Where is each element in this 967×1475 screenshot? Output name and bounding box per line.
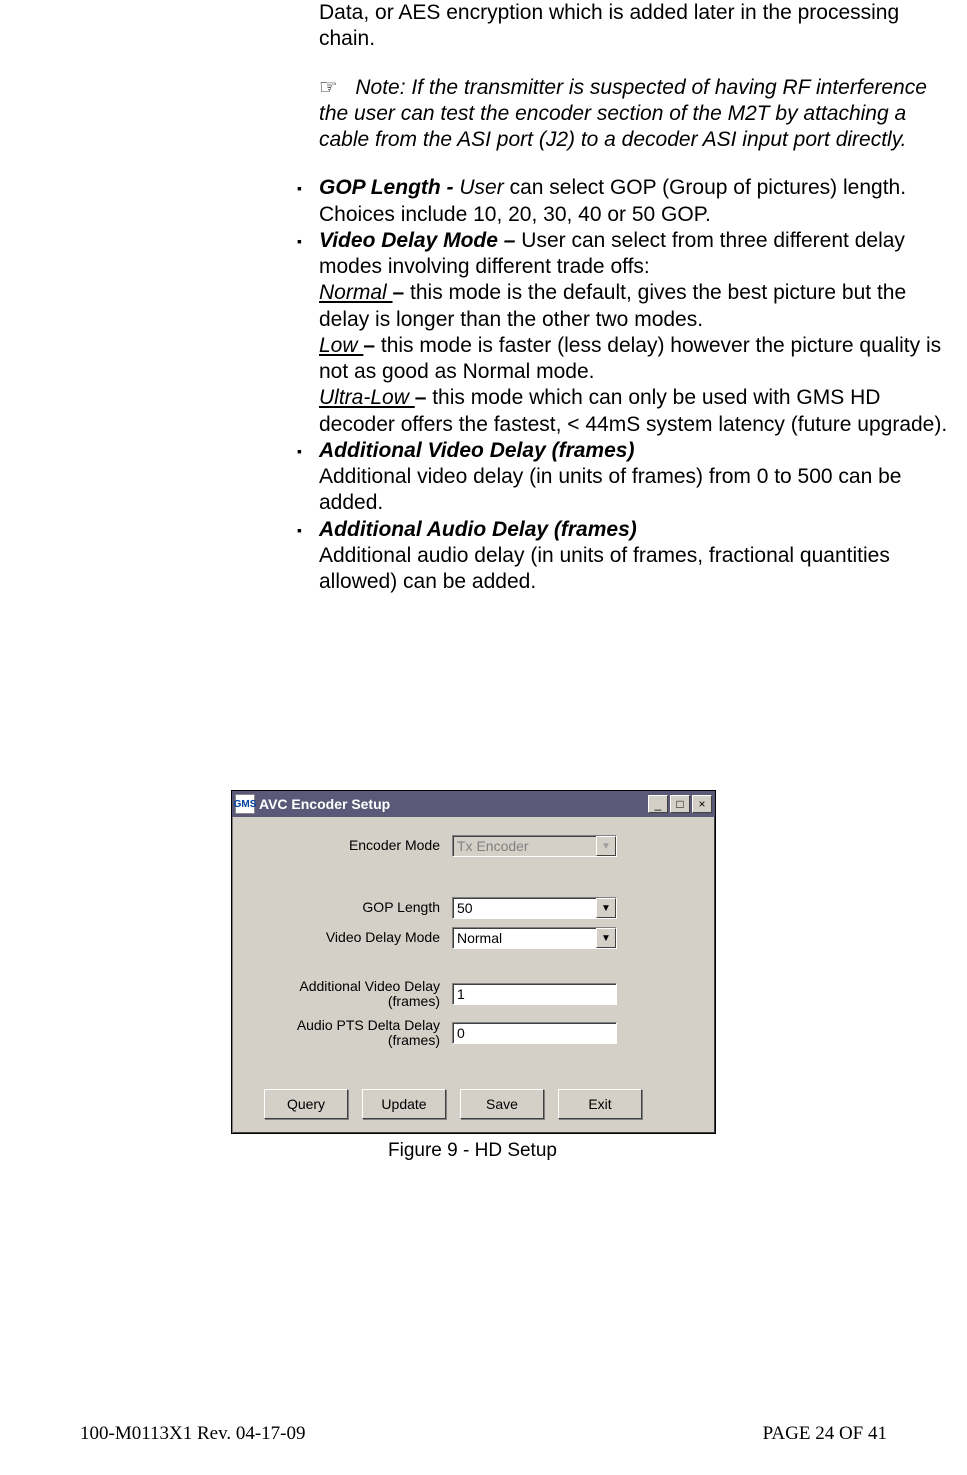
aad-text: Additional audio delay (in units of fram… [319,544,890,593]
note-icon: ☞ [319,76,338,99]
avd-text: Additional video delay (in units of fram… [319,465,901,514]
gop-lead: User [459,176,503,199]
note-label: Note [355,76,399,99]
bullet-marker: ▪ [297,228,319,438]
app-icon: GMS [235,794,255,814]
avd-title: Additional Video Delay (frames) [319,439,634,462]
bullet-vdm: ▪ Video Delay Mode – User can select fro… [297,228,957,438]
window-title: AVC Encoder Setup [259,796,646,812]
label-gop-length: GOP Length [250,900,452,915]
label-add-video-delay: Additional Video Delay (frames) [250,979,452,1010]
note-text: : If the transmitter is suspected of hav… [319,76,927,152]
lead-paragraph: Data, or AES encryption which is added l… [319,0,957,53]
vdm-low-text: this mode is faster (less delay) however… [319,334,941,383]
exit-button[interactable]: Exit [558,1089,642,1119]
title-bar[interactable]: GMS AVC Encoder Setup _ □ × [232,791,715,817]
chevron-down-icon: ▼ [596,928,616,948]
row-video-delay: Video Delay Mode Normal ▼ [250,927,697,949]
figure-9: GMS AVC Encoder Setup _ □ × Encoder Mode… [231,790,714,1162]
bullet-gop: ▪ GOP Length - User can select GOP (Grou… [297,175,957,228]
vdm-normal-label: Normal [319,281,393,304]
label-encoder-mode: Encoder Mode [250,838,452,853]
figure-caption: Figure 9 - HD Setup [231,1140,714,1162]
input-add-video-delay-value: 1 [457,986,465,1002]
vdm-normal-dash: – [393,281,411,304]
bullet-aad: ▪ Additional Audio Delay (frames) Additi… [297,517,957,596]
dialog-body: Encoder Mode Tx Encoder ▼ GOP Length 50 … [232,817,715,1133]
combo-video-delay[interactable]: Normal ▼ [452,927,617,949]
minimize-icon[interactable]: _ [648,795,668,813]
chevron-down-icon: ▼ [596,836,616,856]
vdm-title: Video Delay Mode – [319,229,521,252]
row-audio-pts-delay: Audio PTS Delta Delay (frames) 0 [250,1018,697,1049]
bullet-marker: ▪ [297,175,319,228]
input-add-video-delay[interactable]: 1 [452,983,617,1005]
footer-left: 100-M0113X1 Rev. 04-17-09 [80,1423,306,1445]
note-paragraph: ☞ Note: If the transmitter is suspected … [319,75,957,154]
row-gop-length: GOP Length 50 ▼ [250,897,697,919]
footer-right: PAGE 24 OF 41 [763,1423,887,1445]
page-footer: 100-M0113X1 Rev. 04-17-09 PAGE 24 OF 41 [80,1423,887,1445]
input-audio-pts-delay-value: 0 [457,1025,465,1041]
body-text: Data, or AES encryption which is added l… [297,0,957,595]
bullet-marker: ▪ [297,517,319,596]
aad-title: Additional Audio Delay (frames) [319,518,637,541]
bullet-avd: ▪ Additional Video Delay (frames) Additi… [297,438,957,517]
maximize-icon[interactable]: □ [670,795,690,813]
bullet-list: ▪ GOP Length - User can select GOP (Grou… [297,175,957,595]
vdm-ultra-dash: – [415,386,433,409]
close-icon[interactable]: × [692,795,712,813]
bullet-marker: ▪ [297,438,319,517]
label-audio-pts-delay: Audio PTS Delta Delay (frames) [250,1018,452,1049]
gop-title: GOP Length - [319,176,459,199]
dialog-window: GMS AVC Encoder Setup _ □ × Encoder Mode… [231,790,716,1134]
save-button[interactable]: Save [460,1089,544,1119]
update-button[interactable]: Update [362,1089,446,1119]
button-row: Query Update Save Exit [264,1089,697,1119]
query-button[interactable]: Query [264,1089,348,1119]
label-video-delay: Video Delay Mode [250,930,452,945]
row-encoder-mode: Encoder Mode Tx Encoder ▼ [250,835,697,857]
vdm-low-label: Low [319,334,363,357]
chevron-down-icon: ▼ [596,898,616,918]
combo-encoder-mode-value: Tx Encoder [457,838,529,854]
row-add-video-delay: Additional Video Delay (frames) 1 [250,979,697,1010]
vdm-low-dash: – [363,334,381,357]
combo-gop-length-value: 50 [457,900,473,916]
combo-encoder-mode[interactable]: Tx Encoder ▼ [452,835,617,857]
input-audio-pts-delay[interactable]: 0 [452,1022,617,1044]
combo-video-delay-value: Normal [457,930,502,946]
vdm-ultra-label: Ultra-Low [319,386,415,409]
combo-gop-length[interactable]: 50 ▼ [452,897,617,919]
